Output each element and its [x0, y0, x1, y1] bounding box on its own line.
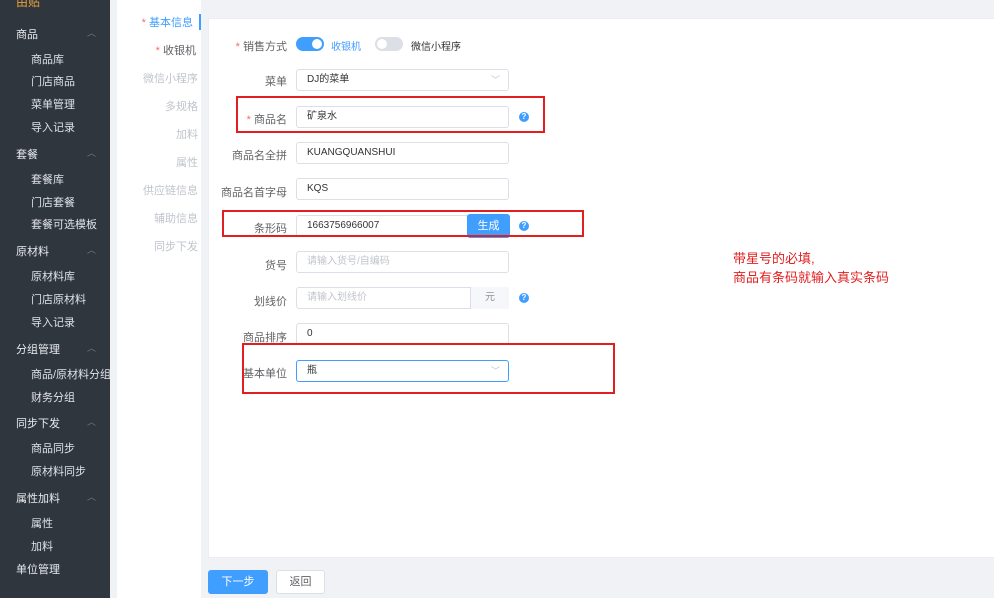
step-supply-chain[interactable]: 供应链信息 [143, 182, 201, 198]
step-nav: * 基本信息 * 收银机 微信小程序 多规格 加料 属性 供应链信息 辅助信息 … [117, 0, 201, 598]
sidebar-group-products[interactable]: 商品 ︿ [16, 26, 100, 42]
pos-toggle[interactable] [296, 37, 324, 51]
next-step-button[interactable]: 下一步 [208, 570, 268, 594]
step-pos[interactable]: * 收银机 [156, 42, 201, 58]
sidebar-item[interactable]: 套餐库 [31, 171, 64, 187]
annotation-box-name [236, 96, 545, 133]
sort-input[interactable]: 0 [296, 323, 509, 345]
chevron-up-icon: ︿ [86, 245, 96, 255]
sidebar-group-label: 套餐 [16, 149, 38, 161]
sidebar-item[interactable]: 商品/原材料分组 [31, 366, 110, 382]
sidebar-group-label: 同步下发 [16, 418, 60, 430]
sidebar-item[interactable]: 门店套餐 [31, 194, 75, 210]
sidebar-group-label: 原材料 [16, 246, 49, 258]
initials-label: 商品名首字母 [221, 187, 287, 199]
sidebar-group-label: 属性加料 [16, 493, 60, 505]
sidebar-item[interactable]: 导入记录 [31, 314, 75, 330]
sidebar-top-label[interactable]: 由贴 [16, 0, 40, 10]
sidebar-item[interactable]: 菜单管理 [31, 96, 75, 112]
step-aux-info[interactable]: 辅助信息 [154, 210, 201, 226]
sale-mode-label: * 销售方式 [235, 41, 287, 53]
chevron-up-icon: ︿ [86, 148, 96, 158]
annotation-line-2: 商品有条码就输入真实条码 [733, 270, 890, 285]
pinyin-input[interactable]: KUANGQUANSHUI [296, 142, 509, 164]
sidebar-group-label: 商品 [16, 29, 38, 41]
step-sync[interactable]: 同步下发 [154, 238, 201, 254]
sidebar-group-label: 分组管理 [16, 344, 60, 356]
step-basic-info[interactable]: * 基本信息 [142, 14, 201, 30]
sidebar-item[interactable]: 原材料库 [31, 268, 75, 284]
sidebar-item[interactable]: 商品库 [31, 51, 64, 67]
annotation-box-barcode [222, 210, 584, 237]
back-button[interactable]: 返回 [276, 570, 325, 594]
chevron-up-icon: ︿ [86, 343, 96, 353]
step-attributes[interactable]: 属性 [176, 154, 201, 170]
sidebar-group-sync[interactable]: 同步下发 ︿ [16, 415, 100, 431]
chevron-up-icon: ︿ [86, 417, 96, 427]
step-addons[interactable]: 加料 [176, 126, 201, 142]
chevron-down-icon: ﹀ [490, 75, 500, 85]
price-placeholder: 请输入划线价 [307, 292, 367, 303]
menu-label: 菜单 [265, 76, 287, 88]
sidebar-group-combos[interactable]: 套餐 ︿ [16, 146, 100, 162]
price-label: 划线价 [254, 296, 287, 308]
initials-input[interactable]: KQS [296, 178, 509, 200]
sidebar-item[interactable]: 商品同步 [31, 440, 75, 456]
sidebar-item[interactable]: 套餐可选模板 [31, 216, 97, 232]
sidebar-item[interactable]: 财务分组 [31, 389, 75, 405]
sidebar-group-grouping[interactable]: 分组管理 ︿ [16, 341, 100, 357]
sidebar-item[interactable]: 门店商品 [31, 73, 75, 89]
chevron-up-icon: ︿ [86, 492, 96, 502]
annotation-line-1: 带星号的必填, [733, 251, 815, 266]
annotation-box-unit [242, 343, 615, 394]
sku-input[interactable]: 请输入货号/自编码 [296, 251, 509, 273]
sidebar-group-units[interactable]: 单位管理 [16, 561, 100, 577]
menu-select-value: DJ的菜单 [307, 74, 350, 85]
help-icon[interactable]: ? [519, 293, 529, 303]
chevron-up-icon: ︿ [86, 28, 96, 38]
step-wechat[interactable]: 微信小程序 [143, 70, 201, 86]
price-unit: 元 [470, 287, 509, 309]
sidebar-item[interactable]: 加料 [31, 538, 53, 554]
step-specs[interactable]: 多规格 [165, 98, 201, 114]
pinyin-label: 商品名全拼 [232, 150, 287, 162]
step-label: 收银机 [163, 45, 196, 57]
sku-label: 货号 [265, 260, 287, 272]
sidebar-group-label: 单位管理 [16, 564, 60, 576]
pos-toggle-label: 收银机 [331, 42, 361, 53]
sidebar: 由贴 商品 ︿ 商品库 门店商品 菜单管理 导入记录 套餐 ︿ 套餐库 门店套餐… [0, 0, 110, 598]
sidebar-item[interactable]: 导入记录 [31, 119, 75, 135]
sidebar-group-materials[interactable]: 原材料 ︿ [16, 243, 100, 259]
menu-select[interactable]: DJ的菜单 ﹀ [296, 69, 509, 91]
sidebar-group-attributes[interactable]: 属性加料 ︿ [16, 490, 100, 506]
sidebar-item[interactable]: 原材料同步 [31, 463, 86, 479]
step-label: 基本信息 [149, 17, 193, 29]
sidebar-item[interactable]: 门店原材料 [31, 291, 86, 307]
sidebar-item[interactable]: 属性 [31, 515, 53, 531]
wechat-toggle-label: 微信小程序 [411, 42, 461, 53]
wechat-toggle[interactable] [375, 37, 403, 51]
